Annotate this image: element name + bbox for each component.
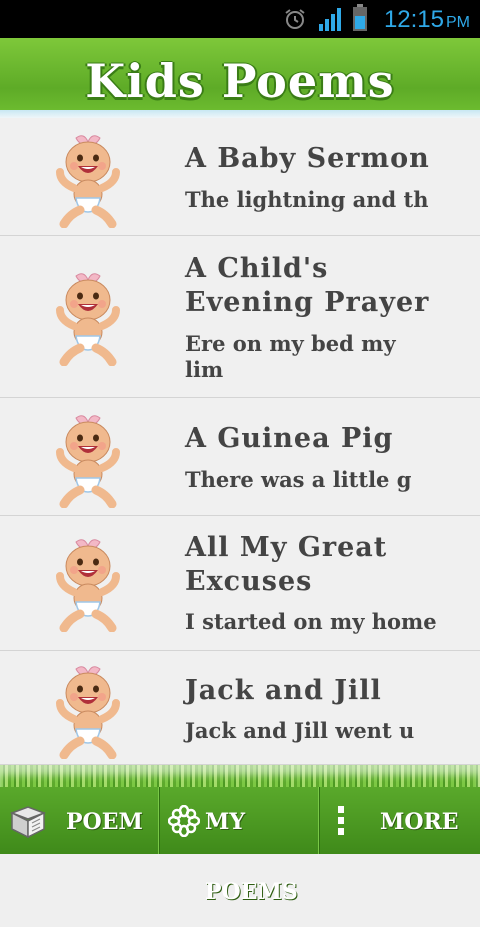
poem-title: A Baby Sermon (185, 143, 430, 174)
poem-row[interactable]: A Guinea Pig There was a little g (0, 398, 480, 516)
baby-icon (52, 132, 124, 228)
alarm-icon (285, 9, 305, 29)
flower-icon (168, 805, 200, 837)
poem-title: A Child's Evening Prayer (185, 253, 430, 318)
status-time: 12:15 PM (383, 6, 470, 33)
poem-title: All My Great Excuses (185, 532, 388, 597)
poem-row[interactable]: Jack and Jill Jack and Jill went u (0, 651, 480, 765)
poem-row[interactable]: A Child's Evening Prayer Ere on my bed my… (0, 236, 480, 398)
more-tab-button[interactable]: MORE (320, 787, 480, 854)
my-poems-tab-button[interactable]: MY POEMS (160, 787, 320, 905)
my-poems-tab-label: MY POEMS (205, 809, 298, 905)
baby-icon (52, 536, 124, 632)
poem-title: Jack and Jill (185, 675, 382, 706)
poem-row[interactable]: All My Great Excuses I started on my home (0, 516, 480, 651)
poem-snippet: Jack and Jill went u (185, 718, 415, 743)
baby-icon (52, 663, 124, 759)
poem-snippet: I started on my home (185, 609, 437, 634)
more-tab-label: MORE (380, 809, 459, 835)
poem-tab-button[interactable]: POEM (0, 787, 160, 854)
poem-tab-label: POEM (66, 809, 143, 835)
battery-icon (353, 4, 367, 31)
app-header: Kids Poems (0, 38, 480, 110)
signal-icon (319, 8, 341, 31)
baby-icon (52, 412, 124, 508)
status-bar: 12:15 PM (0, 0, 480, 38)
bottom-nav: POEM MY POEMS MORE (0, 787, 480, 905)
poem-snippet: The lightning and th (185, 187, 429, 212)
more-dots-icon (338, 806, 344, 835)
poem-title: A Guinea Pig (185, 423, 394, 454)
header-divider (0, 110, 480, 118)
poem-snippet: There was a little g (185, 467, 412, 492)
book-icon (9, 806, 47, 839)
baby-icon (52, 270, 124, 366)
poem-snippet: Ere on my bed my lim (185, 331, 396, 382)
poem-row[interactable]: A Baby Sermon The lightning and th (0, 118, 480, 236)
grass-divider (0, 765, 480, 787)
poem-list: A Baby Sermon The lightning and th A Chi… (0, 118, 480, 765)
